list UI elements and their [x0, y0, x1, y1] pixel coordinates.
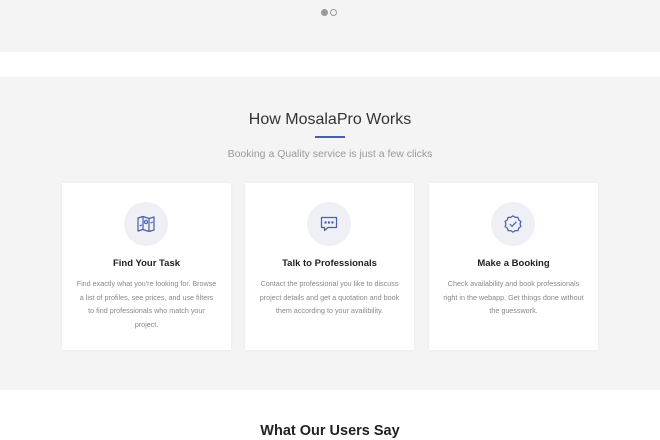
how-it-works-section: How MosalaPro Works Booking a Quality se… [0, 77, 660, 390]
check-badge-icon [491, 202, 535, 246]
step-card-find-task: Find Your Task Find exactly what you're … [62, 183, 231, 350]
card-title: Make a Booking [477, 258, 550, 269]
card-title: Talk to Professionals [282, 258, 377, 269]
how-it-works-subtitle: Booking a Quality service is just a few … [227, 148, 433, 160]
card-title: Find Your Task [112, 258, 181, 269]
slider-pagination [321, 9, 337, 16]
title-underline [315, 136, 345, 138]
step-card-talk-professionals: Talk to Professionals Contact the profes… [245, 183, 414, 350]
map-icon [124, 202, 168, 246]
users-say-title: What Our Users Say [260, 423, 400, 439]
card-description: Check availability and book professional… [443, 279, 584, 316]
card-description: Find exactly what you're looking for. Br… [76, 279, 217, 329]
card-description: Contact the professional you like to dis… [259, 279, 400, 316]
how-it-works-title: How MosalaPro Works [248, 111, 412, 128]
step-card-make-booking: Make a Booking Check availability and bo… [429, 183, 598, 350]
chat-bubble-icon [307, 202, 351, 246]
testimonial-slider-band [0, 0, 660, 52]
section-spacer [0, 52, 660, 77]
slider-dot-2[interactable] [330, 9, 337, 16]
slider-dot-1[interactable] [321, 9, 328, 16]
